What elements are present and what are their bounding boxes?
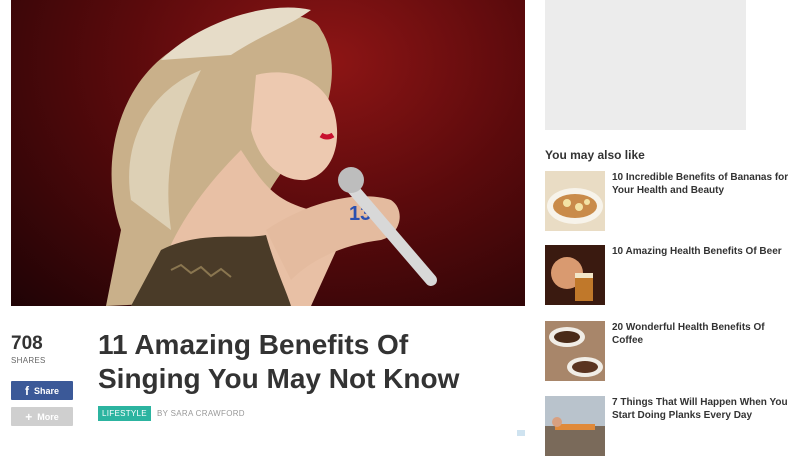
- hero-image: 13: [11, 0, 525, 306]
- related-title[interactable]: 10 Incredible Benefits of Bananas for Yo…: [612, 171, 792, 197]
- planks-thumb: [545, 396, 605, 456]
- facebook-f-icon: f: [24, 383, 29, 398]
- beer-thumb: [545, 245, 605, 305]
- plus-icon: +: [25, 409, 33, 424]
- coffee-thumb: [545, 321, 605, 381]
- share-count-label: SHARES: [11, 356, 46, 365]
- category-badge[interactable]: LIFESTYLE: [98, 406, 151, 421]
- more-share-button[interactable]: + More: [11, 407, 73, 426]
- related-title[interactable]: 20 Wonderful Health Benefits Of Coffee: [612, 321, 792, 347]
- related-item-bananas[interactable]: 10 Incredible Benefits of Bananas for Yo…: [545, 171, 790, 231]
- related-title[interactable]: 7 Things That Will Happen When You Start…: [612, 396, 792, 422]
- related-thumbnail[interactable]: [545, 245, 605, 305]
- ad-edge: [517, 430, 525, 436]
- related-item-beer[interactable]: 10 Amazing Health Benefits Of Beer: [545, 245, 790, 305]
- ad-placeholder[interactable]: [545, 0, 746, 130]
- facebook-share-button[interactable]: f Share: [11, 381, 73, 400]
- related-thumbnail[interactable]: [545, 396, 605, 456]
- more-button-label: More: [37, 411, 59, 422]
- share-button-label: Share: [33, 385, 59, 396]
- related-heading: You may also like: [545, 148, 645, 162]
- author-byline: BY SARA CRAWFORD: [156, 409, 245, 418]
- singer-photo: 13: [106, 7, 437, 306]
- related-item-coffee[interactable]: 20 Wonderful Health Benefits Of Coffee: [545, 321, 790, 381]
- banana-dish-thumb: [545, 171, 605, 231]
- article-meta: LIFESTYLE BY SARA CRAWFORD: [98, 406, 245, 421]
- share-count: 708: [11, 333, 43, 354]
- related-item-planks[interactable]: 7 Things That Will Happen When You Start…: [545, 396, 790, 456]
- related-thumbnail[interactable]: [545, 171, 605, 231]
- related-thumbnail[interactable]: [545, 321, 605, 381]
- article-title: 11 Amazing Benefits Of Singing You May N…: [98, 329, 460, 394]
- related-title[interactable]: 10 Amazing Health Benefits Of Beer: [612, 245, 792, 258]
